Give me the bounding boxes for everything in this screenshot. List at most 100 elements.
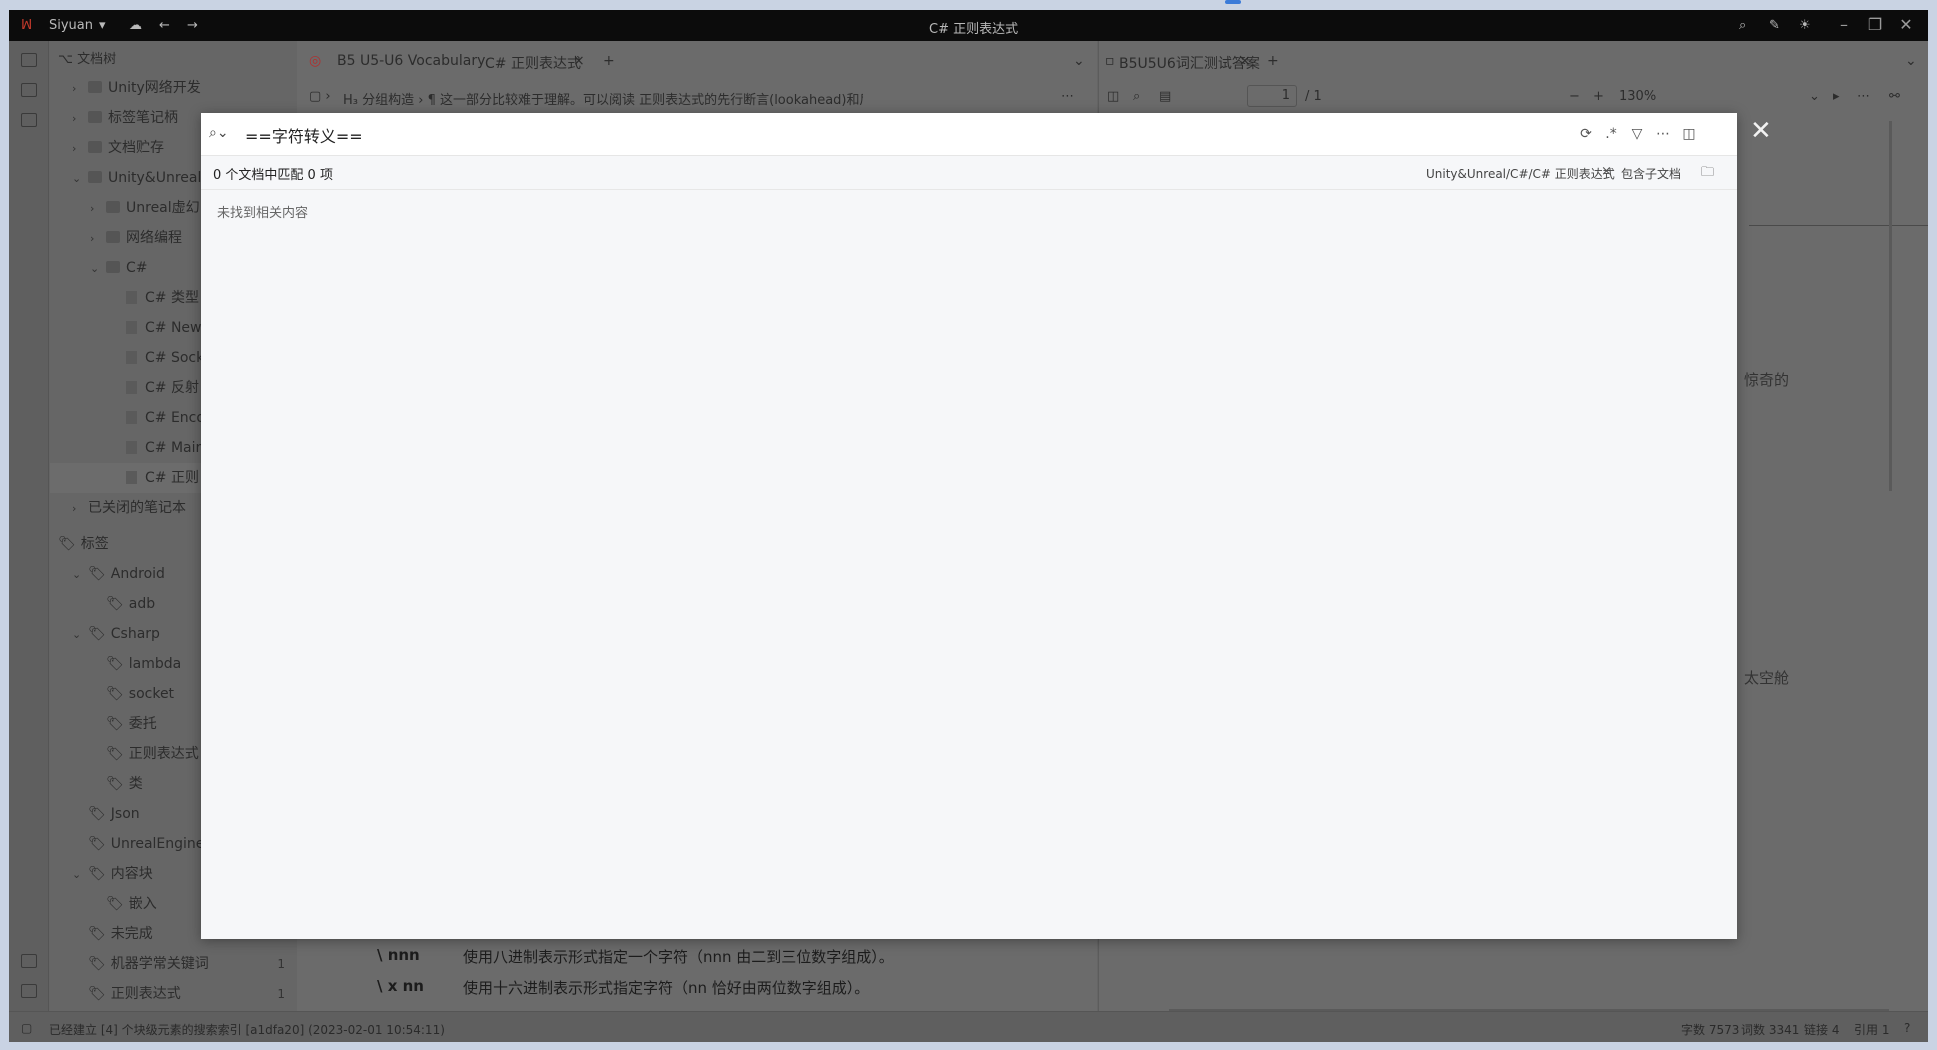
notebook-item[interactable]: › 标签笔记柄: [72, 103, 178, 133]
search-input[interactable]: [245, 121, 1245, 149]
folder-item[interactable]: ⌄ C#: [90, 253, 148, 283]
folder-item[interactable]: › Unreal虚幻: [90, 193, 200, 223]
tree-icon: ⌥: [58, 52, 78, 67]
back-arrow-icon[interactable]: ←: [159, 18, 170, 33]
tag-item[interactable]: 🏷 socket: [106, 679, 174, 709]
page-number-input[interactable]: 1: [1247, 85, 1297, 107]
more-icon[interactable]: ⋯: [1061, 89, 1074, 104]
zoom-in-icon[interactable]: +: [1593, 89, 1604, 104]
doc-icon: [126, 351, 137, 364]
pen-icon[interactable]: ✎: [1769, 18, 1780, 33]
tag-icon: 🏷: [88, 626, 106, 642]
close-window-button[interactable]: ✕: [1891, 15, 1921, 34]
doc-item[interactable]: C# Mair: [126, 433, 201, 463]
notebook-icon: [88, 141, 102, 153]
notebook-icon: [88, 171, 102, 183]
search-bar: ⌕⌄ ⟳ .* ▽ ⋯ ◫: [201, 113, 1737, 156]
tab-regex[interactable]: C# 正则表达式: [485, 53, 581, 73]
doc-item[interactable]: C# 反射: [126, 373, 199, 403]
tab-list-chevron-icon[interactable]: ⌄: [1073, 53, 1085, 69]
doc-item[interactable]: C# Enco: [126, 403, 205, 433]
tag-item[interactable]: 🏷 UnrealEngine: [88, 829, 204, 859]
tag-icon: 🏷: [106, 596, 124, 612]
zoom-out-icon[interactable]: −: [1569, 89, 1580, 104]
workspace-chevron-icon[interactable]: ▾: [99, 18, 106, 33]
tag-item[interactable]: ⌄ 🏷 Android: [72, 559, 165, 589]
tag-icon: 🏷: [88, 956, 106, 972]
doc-icon: [126, 471, 137, 484]
folder-icon[interactable]: 🗀: [1701, 163, 1714, 185]
scrollbar[interactable]: [1889, 121, 1892, 491]
forward-arrow-icon[interactable]: →: [187, 18, 198, 33]
tag-icon: 🏷: [106, 716, 124, 732]
breadcrumb[interactable]: H₃ 分组构造 › ¶ 这一部分比较难于理解。可以阅读 正则表达式的先行断言(l…: [343, 89, 863, 108]
graph-icon[interactable]: ⚯: [1889, 89, 1900, 104]
tag-item[interactable]: 🏷 正则表达式 1: [88, 979, 293, 1005]
notebook-item[interactable]: › 文档贮存: [72, 133, 164, 163]
file-tree-header: ⌥ 文档树: [58, 52, 117, 67]
pdf-outline-icon[interactable]: ▤: [1159, 89, 1171, 104]
doc-item[interactable]: C# 类型: [126, 283, 199, 313]
more-icon[interactable]: ⋯: [1857, 89, 1870, 104]
theme-icon[interactable]: ☀: [1799, 18, 1811, 33]
minimize-button[interactable]: –: [1829, 15, 1859, 34]
pdf-search-icon[interactable]: ⌕: [1133, 89, 1140, 104]
new-tab-icon[interactable]: +: [603, 53, 615, 69]
notebook-item[interactable]: › Unity网络开发: [72, 73, 201, 103]
doc-icon: [126, 381, 137, 394]
tag-item[interactable]: ⌄ 🏷 Csharp: [72, 619, 160, 649]
tag-item[interactable]: 🏷 委托: [106, 709, 157, 739]
new-tab-icon[interactable]: +: [1267, 53, 1279, 69]
doc-icon: ▢ ›: [309, 89, 331, 104]
zoom-chevron-icon[interactable]: ⌄: [1809, 89, 1820, 104]
doc-item[interactable]: C# New: [126, 313, 202, 343]
closed-notebooks[interactable]: › 已关闭的笔记本: [72, 493, 186, 523]
tag-item[interactable]: 🏷 Json: [88, 799, 140, 829]
tab-list-chevron-icon[interactable]: ⌄: [1905, 53, 1917, 69]
include-children-toggle[interactable]: 包含子文档: [1621, 165, 1681, 182]
workspace-menu[interactable]: Siyuan: [49, 18, 93, 33]
inbox-icon[interactable]: [21, 113, 37, 127]
folder-item[interactable]: › 网络编程: [90, 223, 182, 253]
search-icon[interactable]: ⌕: [1739, 18, 1746, 33]
tags-header[interactable]: 🏷 标签: [58, 529, 109, 559]
clear-path-icon[interactable]: ×: [1601, 164, 1612, 179]
tab-close-icon[interactable]: ×: [573, 53, 585, 69]
more-options-icon[interactable]: ⋯: [1653, 124, 1673, 144]
pin-icon: ▫: [1105, 53, 1115, 69]
layout-toggle-icon[interactable]: ◫: [1679, 124, 1699, 144]
notebook-item[interactable]: ⌄ Unity&Unreal: [72, 163, 201, 193]
filter-icon[interactable]: ▽: [1627, 124, 1647, 144]
status-bar: ▢ 已经建立 [4] 个块级元素的搜索索引 [a1dfa20] (2023-02…: [9, 1011, 1928, 1042]
tab-vocabulary[interactable]: B5 U5-U6 Vocabulary: [337, 53, 485, 69]
file-tree-icon[interactable]: [21, 53, 37, 67]
status-message: 已经建立 [4] 个块级元素的搜索索引 [a1dfa20] (2023-02-0…: [49, 1023, 445, 1037]
tag-item[interactable]: 🏷 嵌入: [106, 889, 157, 919]
tag-icon: 🏷: [106, 896, 124, 912]
tag-item[interactable]: 🏷 正则表达式: [106, 739, 199, 769]
tab-close-icon[interactable]: ×: [1239, 53, 1251, 69]
sync-cloud-icon[interactable]: ☁: [129, 18, 142, 33]
zoom-level[interactable]: 130%: [1619, 89, 1656, 104]
tag-count: 1: [277, 987, 285, 1001]
regex-icon[interactable]: .*: [1601, 124, 1621, 144]
tag-item[interactable]: 🏷 类: [106, 769, 143, 799]
help-icon[interactable]: ?: [1904, 1021, 1910, 1035]
play-icon[interactable]: ▸: [1833, 89, 1840, 104]
tag-icon[interactable]: [21, 984, 37, 998]
outline-icon[interactable]: [21, 83, 37, 97]
doc-item[interactable]: C# Sock: [126, 343, 204, 373]
search-icon[interactable]: ⌕⌄: [209, 125, 229, 141]
close-search-button[interactable]: ✕: [1750, 118, 1772, 144]
folder-icon: [106, 201, 120, 213]
tag-item[interactable]: 🏷 lambda: [106, 649, 181, 679]
maximize-button[interactable]: ❐: [1860, 15, 1890, 34]
bookmark-icon[interactable]: [21, 954, 37, 968]
sidebar-toggle-icon[interactable]: ◫: [1107, 89, 1119, 104]
search-path[interactable]: Unity&Unreal/C#/C# 正则表达式: [1426, 165, 1615, 182]
refresh-icon[interactable]: ⟳: [1576, 124, 1596, 144]
tag-item[interactable]: 🏷 adb: [106, 589, 155, 619]
tag-item[interactable]: ⌄ 🏷 内容块: [72, 859, 153, 889]
tag-item[interactable]: 🏷 机器学常关键词 1: [88, 949, 293, 979]
app-logo-icon: ꟽ: [21, 18, 33, 33]
